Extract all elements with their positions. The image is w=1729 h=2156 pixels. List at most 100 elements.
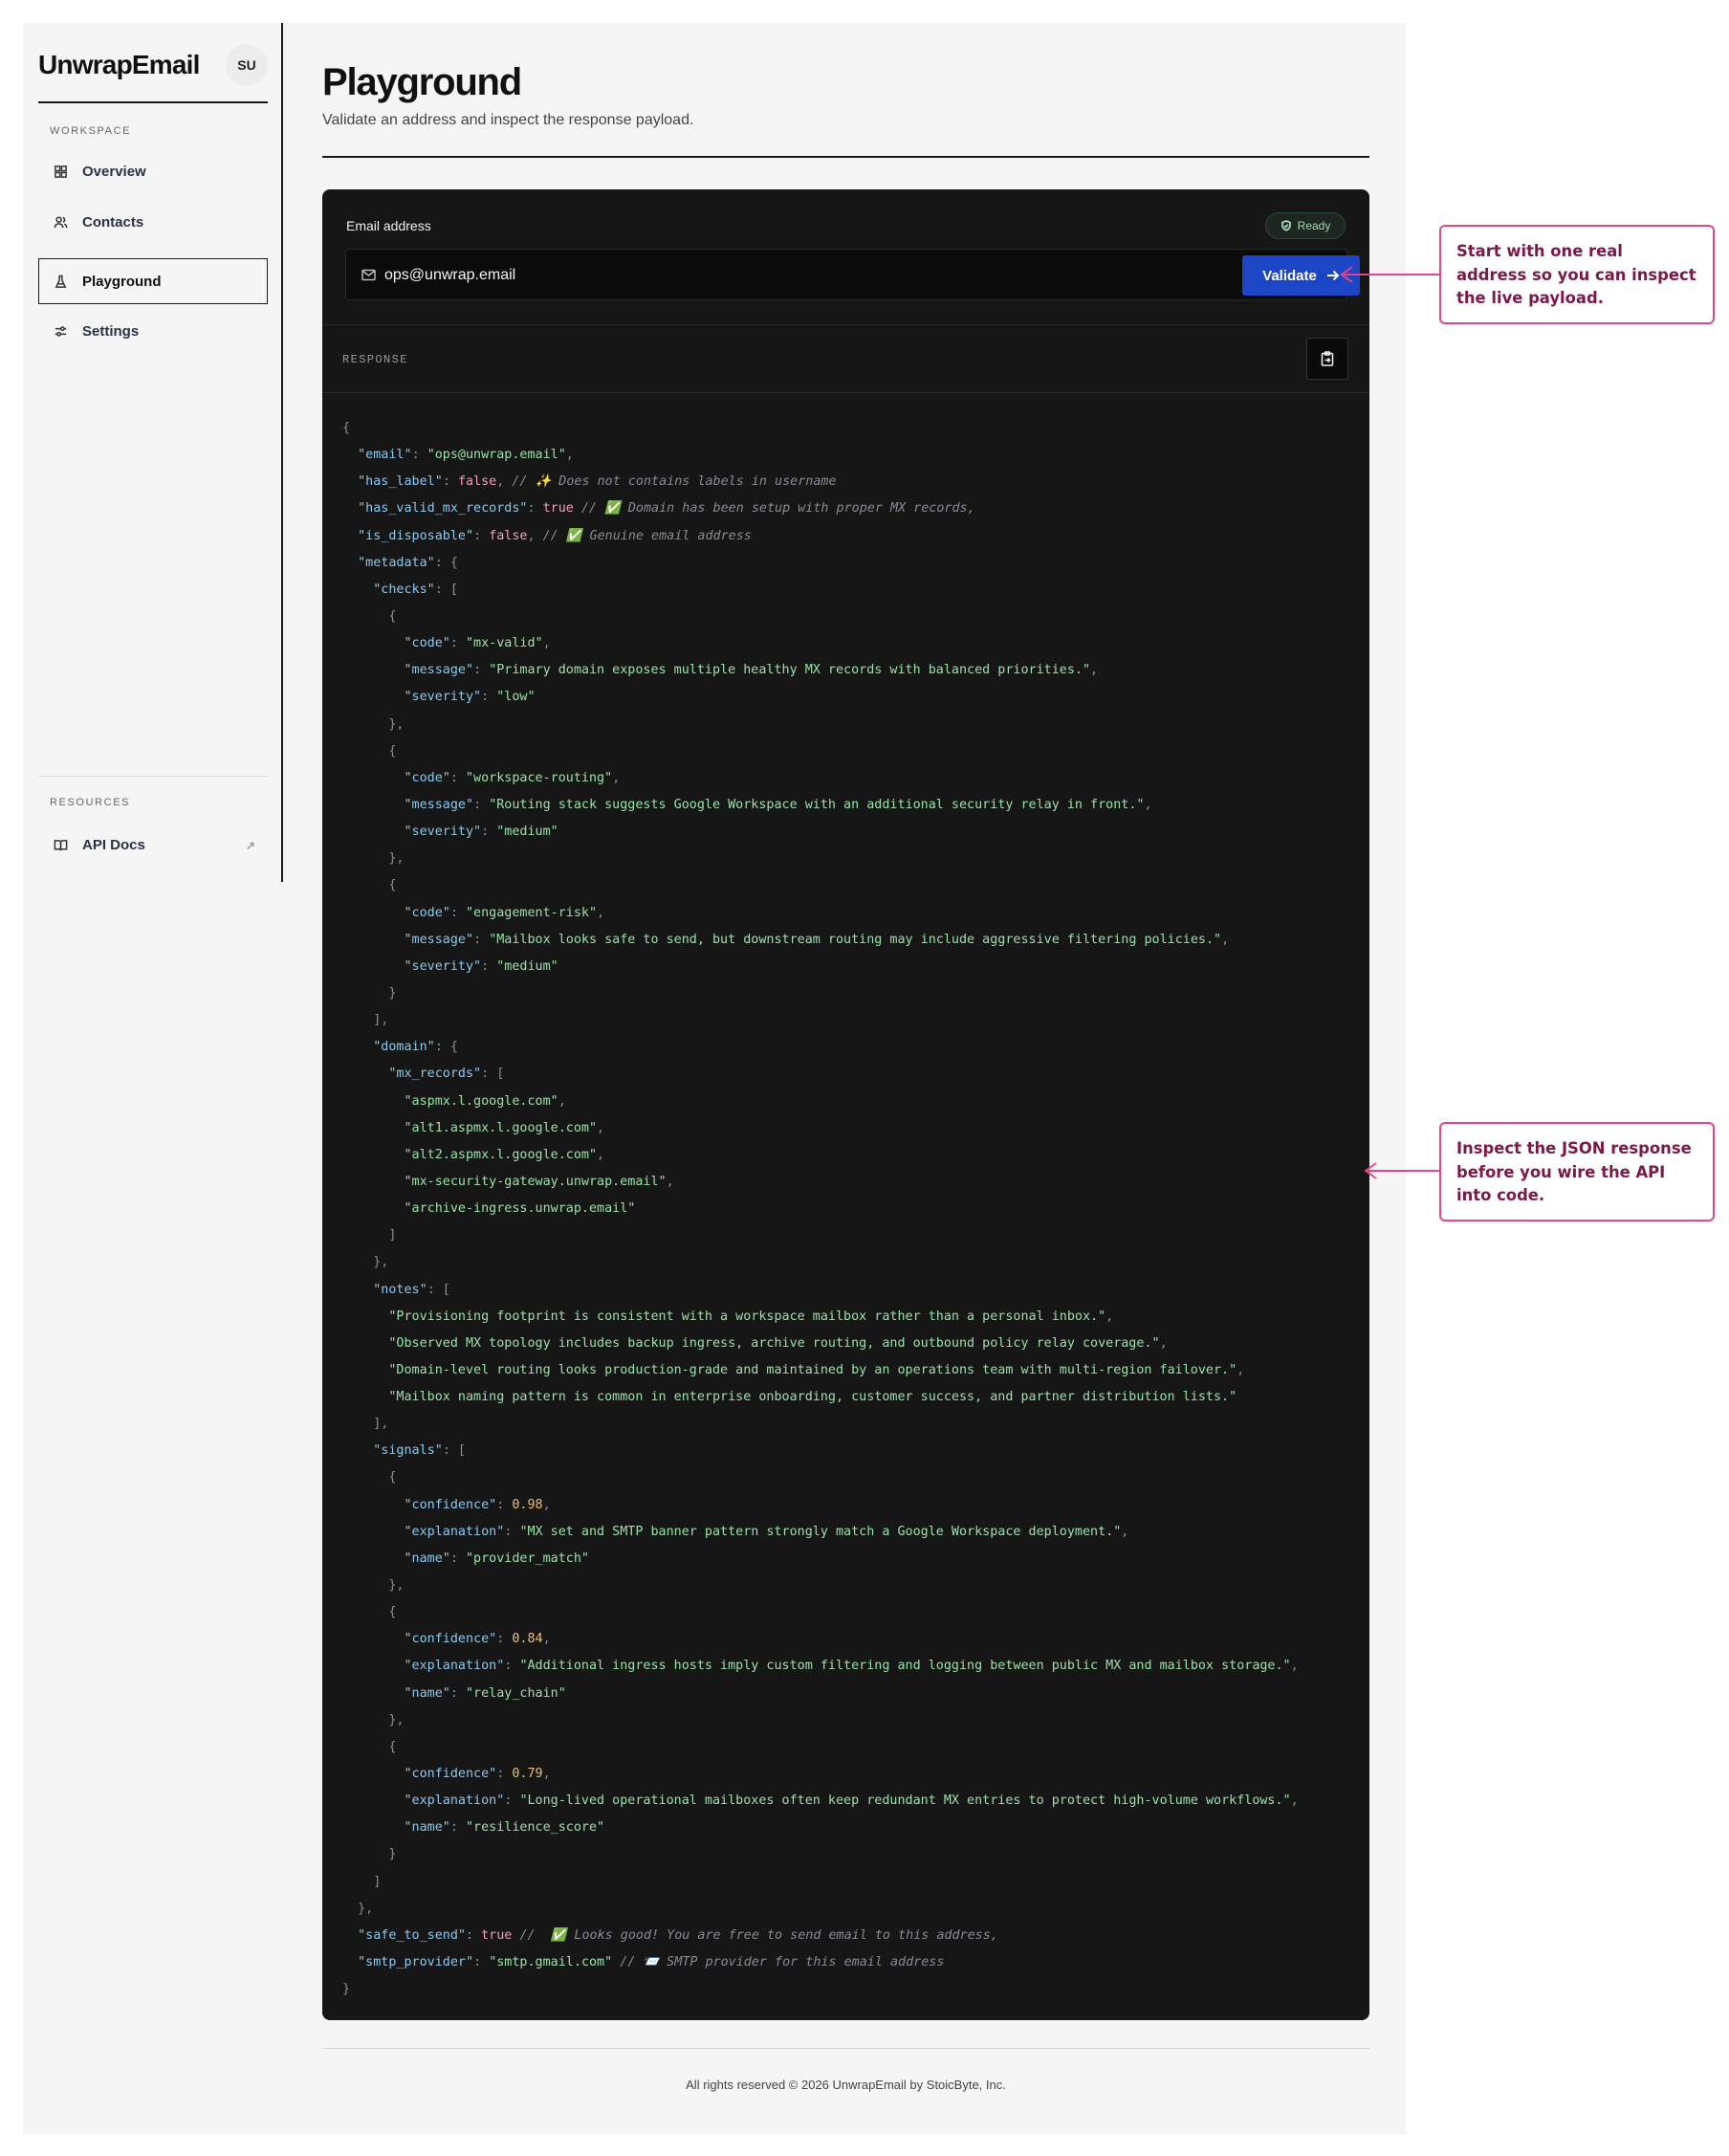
json-line: "code": "workspace-routing", xyxy=(404,770,621,785)
json-line: "severity": "low" xyxy=(404,690,536,705)
json-line: "email": "ops@unwrap.email", xyxy=(358,448,574,463)
workspace-section-label: WORKSPACE xyxy=(50,125,132,137)
user-avatar[interactable]: SU xyxy=(226,44,268,86)
json-line: }, xyxy=(342,1901,374,1916)
json-line: "Observed MX topology includes backup in… xyxy=(388,1335,1168,1351)
json-line: "metadata": { xyxy=(358,555,458,570)
json-line: "code": "engagement-risk", xyxy=(404,905,605,920)
divider xyxy=(322,392,1369,393)
json-line: "name": "provider_match" xyxy=(404,1551,590,1566)
email-field-label: Email address xyxy=(346,218,431,233)
divider xyxy=(322,156,1369,158)
json-line: { xyxy=(342,1739,397,1754)
json-line: "smtp_provider": "smtp.gmail.com" // 📨 S… xyxy=(358,1955,945,1970)
json-line: "archive-ingress.unwrap.email" xyxy=(404,1201,636,1217)
json-line: ] xyxy=(342,1228,397,1243)
book-icon xyxy=(53,837,68,852)
json-line: "confidence": 0.79, xyxy=(404,1767,551,1782)
status-badge-label: Ready xyxy=(1297,219,1331,232)
json-line: { xyxy=(342,1470,397,1485)
sidebar-item-api-docs[interactable]: API Docs ↗ xyxy=(38,822,268,868)
response-label: RESPONSE xyxy=(342,353,408,366)
shield-check-icon xyxy=(1280,220,1291,231)
brand-logo[interactable]: UnwrapEmail xyxy=(38,50,200,80)
json-line: ], xyxy=(342,1013,389,1028)
json-line: }, xyxy=(342,1255,389,1270)
json-line: "name": "resilience_score" xyxy=(404,1820,605,1836)
json-line: "signals": [ xyxy=(373,1443,466,1459)
json-line: }, xyxy=(342,851,405,867)
json-line: "Mailbox naming pattern is common in ent… xyxy=(388,1390,1237,1405)
json-line: "Provisioning footprint is consistent wi… xyxy=(388,1309,1114,1324)
sidebar-item-playground[interactable]: Playground xyxy=(38,258,268,304)
sidebar-item-settings[interactable]: Settings xyxy=(38,308,268,354)
json-response-viewer[interactable]: { "email": "ops@unwrap.email", "has_labe… xyxy=(342,415,1299,2003)
json-line: }, xyxy=(342,1712,405,1727)
json-line: "domain": { xyxy=(373,1040,458,1055)
json-line: "alt1.aspmx.l.google.com", xyxy=(404,1120,605,1135)
sidebar-item-label: Overview xyxy=(82,163,146,180)
json-line: "safe_to_send": true // ✅ Looks good! Yo… xyxy=(358,1927,998,1943)
arrow-right-icon xyxy=(1326,270,1340,281)
playground-card: Email address Ready Validate RESPONSE { … xyxy=(322,189,1369,2020)
callout-validate-tip: Start with one real address so you can i… xyxy=(1439,225,1715,324)
divider xyxy=(38,776,268,777)
validate-button-label: Validate xyxy=(1262,267,1317,284)
sidebar-item-label: Settings xyxy=(82,322,140,340)
external-link-icon: ↗ xyxy=(245,839,255,852)
json-line: { xyxy=(342,743,397,759)
json-line: { xyxy=(342,421,351,435)
json-line: "aspmx.l.google.com", xyxy=(404,1093,566,1109)
json-line: "mx-security-gateway.unwrap.email", xyxy=(404,1174,674,1189)
json-line: "severity": "medium" xyxy=(404,825,558,840)
json-line: "mx_records": [ xyxy=(388,1067,505,1082)
json-line: { xyxy=(342,878,397,893)
json-line: "alt2.aspmx.l.google.com", xyxy=(404,1147,605,1162)
json-line: "Domain-level routing looks production-g… xyxy=(388,1362,1245,1377)
json-line: { xyxy=(342,1605,397,1620)
json-line: "notes": [ xyxy=(373,1282,450,1297)
json-line: { xyxy=(342,608,397,624)
divider xyxy=(38,101,268,103)
sidebar-item-contacts[interactable]: Contacts xyxy=(38,199,268,245)
copy-button[interactable] xyxy=(1306,338,1348,380)
json-line: "has_label": false, // ✨ Does not contai… xyxy=(358,474,837,490)
clipboard-copy-icon xyxy=(1321,351,1334,366)
callout-response-tip: Inspect the JSON response before you wir… xyxy=(1439,1122,1715,1221)
grid-icon xyxy=(53,164,68,179)
email-input[interactable] xyxy=(384,261,1188,290)
json-line: "name": "relay_chain" xyxy=(404,1685,566,1701)
json-line: "message": "Mailbox looks safe to send, … xyxy=(404,932,1230,947)
json-line: "message": "Routing stack suggests Googl… xyxy=(404,797,1152,812)
json-line: "message": "Primary domain exposes multi… xyxy=(404,663,1099,678)
json-line: ] xyxy=(342,1874,382,1889)
status-badge: Ready xyxy=(1265,212,1346,239)
footer-copyright: All rights reserved © 2026 UnwrapEmail b… xyxy=(686,2078,1006,2092)
mail-icon xyxy=(361,269,376,286)
sidebar-item-label: Playground xyxy=(82,273,162,290)
json-line: }, xyxy=(342,716,405,732)
json-line: "confidence": 0.84, xyxy=(404,1632,551,1647)
page-subtitle: Validate an address and inspect the resp… xyxy=(322,112,694,128)
sidebar: UnwrapEmail SU WORKSPACE Overview Contac… xyxy=(23,23,283,882)
json-line: "explanation": "MX set and SMTP banner p… xyxy=(404,1524,1129,1539)
json-line: } xyxy=(342,985,397,1001)
json-line: "explanation": "Long-lived operational m… xyxy=(404,1793,1299,1809)
json-line: }, xyxy=(342,1578,405,1594)
json-line: "checks": [ xyxy=(373,582,458,597)
sliders-icon xyxy=(53,323,68,339)
flask-icon xyxy=(53,274,68,289)
json-line: "confidence": 0.98, xyxy=(404,1497,551,1512)
json-line: "is_disposable": false, // ✅ Genuine ema… xyxy=(358,528,752,543)
page-title: Playground xyxy=(322,61,522,103)
json-line: "has_valid_mx_records": true // ✅ Domain… xyxy=(358,501,975,517)
sidebar-item-overview[interactable]: Overview xyxy=(38,148,268,194)
validate-button[interactable]: Validate xyxy=(1242,255,1360,296)
divider xyxy=(322,324,1369,325)
app-shell: UnwrapEmail SU WORKSPACE Overview Contac… xyxy=(23,23,1406,2134)
resources-section-label: RESOURCES xyxy=(50,797,131,808)
divider xyxy=(322,2048,1369,2049)
sidebar-item-label: Contacts xyxy=(82,213,144,231)
email-input-row: Validate xyxy=(345,249,1360,300)
json-line: ], xyxy=(342,1417,389,1432)
